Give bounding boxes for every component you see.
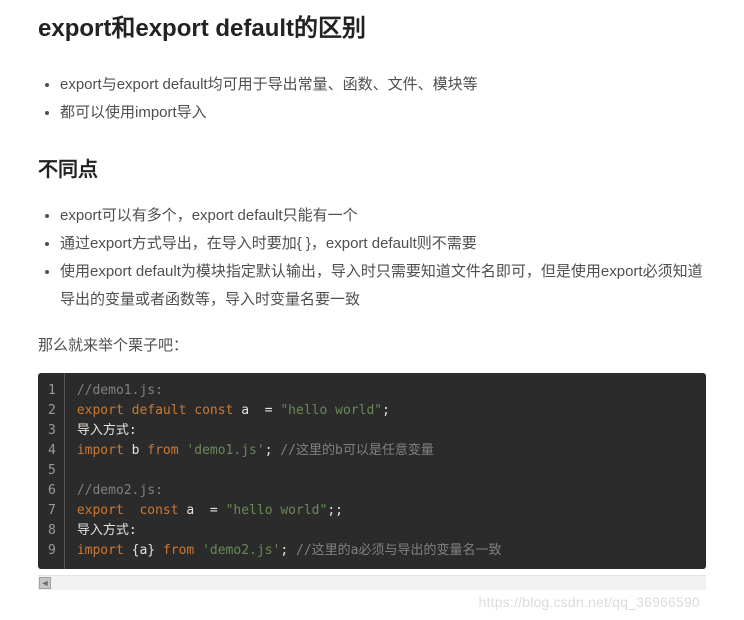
code-line: import {a} from 'demo2.js'; //这里的a必须与导出的… bbox=[77, 541, 694, 561]
code-line: 导入方式: bbox=[77, 521, 694, 541]
line-number: 4 bbox=[48, 441, 56, 461]
code-content: //demo1.js:export default const a = "hel… bbox=[65, 373, 706, 569]
horizontal-scrollbar[interactable]: ◄ bbox=[38, 575, 706, 590]
code-line: 导入方式: bbox=[77, 421, 694, 441]
list-item: export与export default均可用于导出常量、函数、文件、模块等 bbox=[60, 71, 706, 99]
code-line: export default const a = "hello world"; bbox=[77, 401, 694, 421]
code-line bbox=[77, 461, 694, 481]
list-item: export可以有多个，export default只能有一个 bbox=[60, 202, 706, 230]
line-number: 9 bbox=[48, 541, 56, 561]
line-number: 2 bbox=[48, 401, 56, 421]
code-line: import b from 'demo1.js'; //这里的b可以是任意变量 bbox=[77, 441, 694, 461]
code-block: 123456789 //demo1.js:export default cons… bbox=[38, 373, 706, 569]
line-number: 8 bbox=[48, 521, 56, 541]
differences-list: export可以有多个，export default只能有一个 通过export… bbox=[38, 202, 706, 314]
code-line: //demo1.js: bbox=[77, 381, 694, 401]
list-item: 通过export方式导出，在导入时要加{ }，export default则不需… bbox=[60, 230, 706, 258]
list-item: 使用export default为模块指定默认输出，导入时只需要知道文件名即可，… bbox=[60, 258, 706, 314]
article: export和export default的区别 export与export d… bbox=[0, 0, 744, 612]
example-lead: 那么就来举个栗子吧： bbox=[38, 334, 706, 355]
list-item: 都可以使用import导入 bbox=[60, 99, 706, 127]
line-number: 3 bbox=[48, 421, 56, 441]
line-number: 1 bbox=[48, 381, 56, 401]
scroll-left-button[interactable]: ◄ bbox=[39, 577, 51, 589]
watermark: https://blog.csdn.net/qq_36966590 bbox=[38, 590, 706, 612]
line-number: 6 bbox=[48, 481, 56, 501]
code-gutter: 123456789 bbox=[38, 373, 65, 569]
code-line: //demo2.js: bbox=[77, 481, 694, 501]
similarities-list: export与export default均可用于导出常量、函数、文件、模块等 … bbox=[38, 71, 706, 127]
page-title: export和export default的区别 bbox=[38, 0, 706, 43]
line-number: 7 bbox=[48, 501, 56, 521]
line-number: 5 bbox=[48, 461, 56, 481]
differences-heading: 不同点 bbox=[38, 153, 706, 182]
code-line: export const a = "hello world";; bbox=[77, 501, 694, 521]
